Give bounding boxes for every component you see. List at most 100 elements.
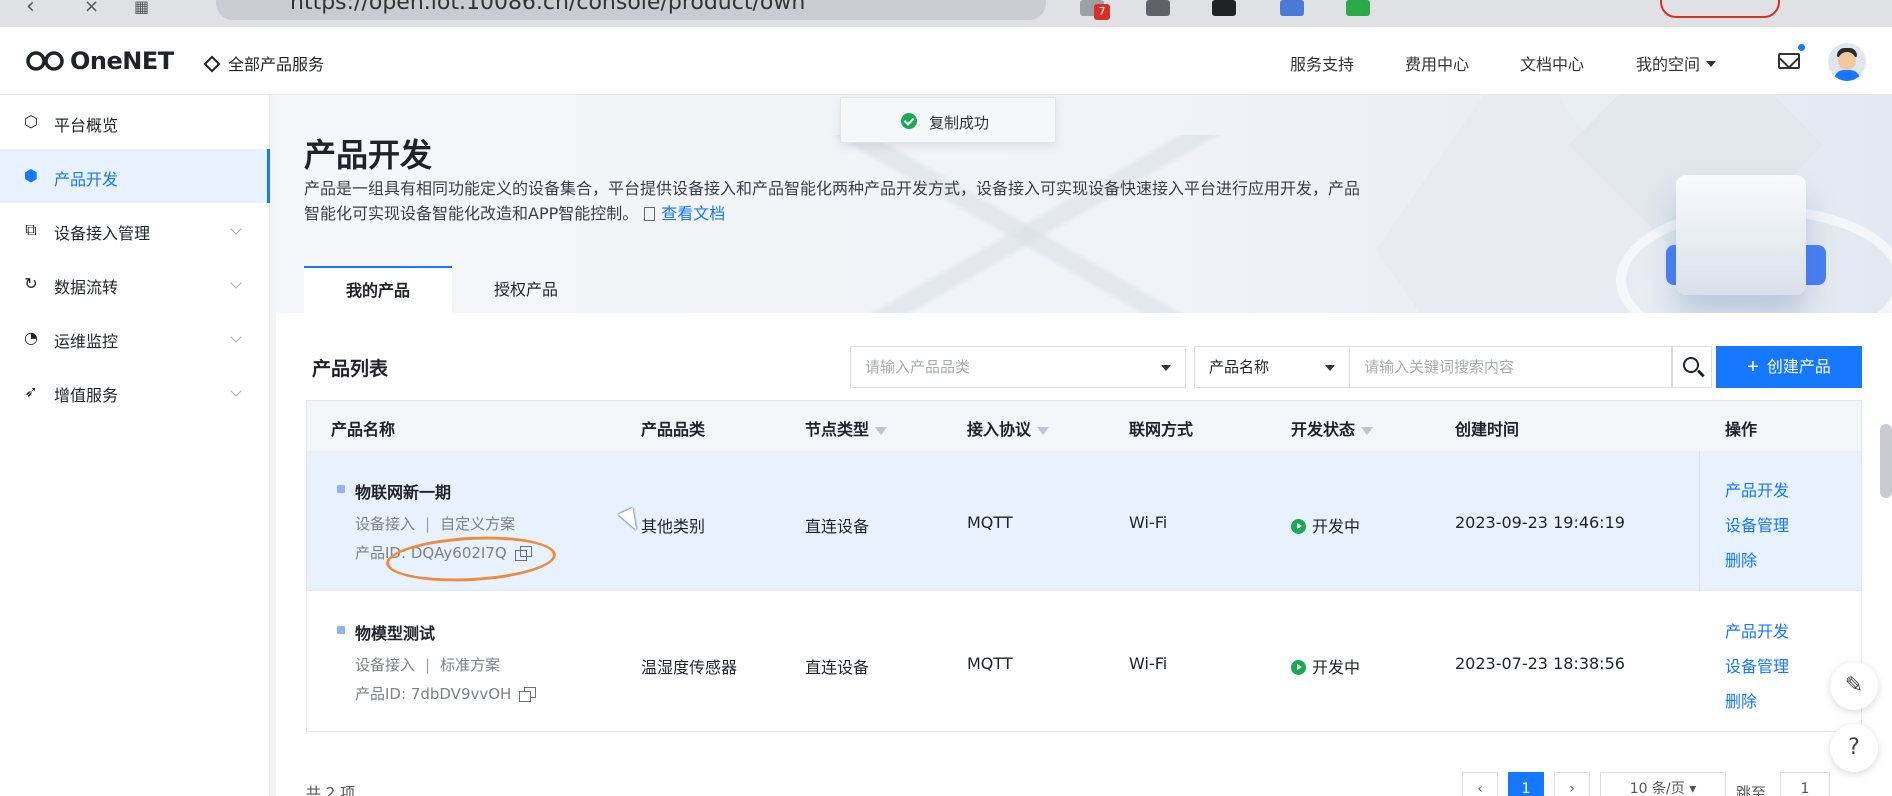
onenet-logo[interactable]: OneNET <box>26 47 174 75</box>
shield-icon[interactable] <box>1280 0 1304 16</box>
col-dev-status[interactable]: 开发状态 <box>1291 416 1374 440</box>
device-icon: ⧉ <box>25 220 37 239</box>
product-id: 产品ID: 7dbDV9vvOH <box>355 683 537 704</box>
sidebar-item-label: 设备接入管理 <box>54 224 151 243</box>
delete-link[interactable]: 删除 <box>1725 547 1757 571</box>
browser-toolbar: ‹ × ▦ https://open.iot.10086.cn/console/… <box>0 0 1892 27</box>
sidebar-item-overview[interactable]: ⬡ 平台概览 <box>0 95 270 149</box>
tab-authorized-products[interactable]: 授权产品 <box>452 266 600 314</box>
cell-status: 开发中 <box>1291 513 1360 537</box>
notification-dot <box>1798 44 1805 51</box>
keyword-search-input[interactable] <box>1350 346 1672 388</box>
extension-icon[interactable] <box>1212 0 1236 16</box>
product-name[interactable]: 物联网新一期 <box>355 479 451 503</box>
search-button[interactable] <box>1672 346 1712 388</box>
cell-category: 温湿度传感器 <box>641 658 738 677</box>
play-circle-icon <box>1291 519 1306 534</box>
sidebar-item-label: 产品开发 <box>54 170 119 189</box>
help-icon[interactable]: ? <box>1830 724 1878 772</box>
all-products-menu[interactable]: 全部产品服务 <box>203 51 325 75</box>
filter-icon[interactable] <box>1037 427 1050 435</box>
product-icon <box>337 626 345 634</box>
col-protocol[interactable]: 接入协议 <box>967 416 1050 440</box>
sidebar-item-ops-monitor[interactable]: ◔ 运维监控 <box>0 311 270 365</box>
page-number[interactable]: 1 <box>1508 772 1544 796</box>
filter-icon[interactable] <box>875 427 888 435</box>
product-name[interactable]: 物模型测试 <box>355 620 435 644</box>
mail-icon[interactable] <box>1778 53 1800 69</box>
product-meta: 设备接入 | 自定义方案 <box>355 515 516 533</box>
create-product-label: 创建产品 <box>1766 359 1831 376</box>
cell-node-type: 直连设备 <box>805 658 870 677</box>
col-node-type[interactable]: 节点类型 <box>805 416 888 440</box>
plus-icon: + <box>1747 356 1759 378</box>
status-text: 开发中 <box>1312 517 1361 536</box>
view-docs-link[interactable]: 查看文档 <box>661 204 725 223</box>
create-product-button[interactable]: + 创建产品 <box>1716 346 1862 388</box>
jump-page-input[interactable]: 1 <box>1780 772 1830 796</box>
sidebar-item-data-flow[interactable]: ↻ 数据流转 <box>0 257 270 311</box>
cube-icon: ⬢ <box>24 166 38 185</box>
filter-icon[interactable] <box>1361 427 1374 435</box>
col-created-time: 创建时间 <box>1455 420 1520 439</box>
toast-text: 复制成功 <box>929 114 990 132</box>
banner-illustration <box>1676 175 1806 295</box>
copy-success-toast: 复制成功 <box>840 97 1056 143</box>
chevron-down-icon <box>1706 61 1717 67</box>
page-size-value: 10 条/页 <box>1629 781 1685 796</box>
sidebar-item-value-added[interactable]: ➶ 增值服务 <box>0 365 270 419</box>
nav-docs-center[interactable]: 文档中心 <box>1520 51 1584 75</box>
cell-network: Wi-Fi <box>1129 513 1168 532</box>
chevron-down-icon <box>230 331 242 343</box>
col-actions: 操作 <box>1725 420 1758 439</box>
access-type: 设备接入 <box>355 515 416 533</box>
total-count: 共 2 项 <box>306 784 356 796</box>
sidebar-item-device-access[interactable]: ⧉ 设备接入管理 <box>0 203 270 257</box>
edit-feedback-icon[interactable]: ✎ <box>1830 662 1878 710</box>
nav-service-support[interactable]: 服务支持 <box>1290 51 1354 75</box>
table-header: 产品名称 产品品类 节点类型 接入协议 联网方式 开发状态 创建时间 操作 <box>307 401 1861 451</box>
product-dev-link[interactable]: 产品开发 <box>1725 477 1789 501</box>
url-text[interactable]: https://open.iot.10086.cn/console/produc… <box>290 0 805 15</box>
product-dev-link[interactable]: 产品开发 <box>1725 618 1789 642</box>
page-size-select[interactable]: 10 条/页 ▾ <box>1600 772 1726 796</box>
cell-category: 其他类别 <box>641 517 706 536</box>
product-list-title: 产品列表 <box>312 358 389 380</box>
tab-my-products[interactable]: 我的产品 <box>304 266 452 314</box>
table-row[interactable]: 物联网新一期 设备接入 | 自定义方案 产品ID: DQAy602I7Q 其他类别 … <box>307 451 1861 591</box>
nav-billing-center[interactable]: 费用中心 <box>1405 51 1469 75</box>
shield-green-icon[interactable] <box>1346 0 1370 16</box>
scheme-type: 标准方案 <box>440 656 501 674</box>
search-field-select[interactable]: 产品名称 <box>1194 346 1350 388</box>
cell-created-time: 2023-07-23 18:38:56 <box>1455 654 1625 673</box>
prev-page-button[interactable]: ‹ <box>1462 772 1498 796</box>
access-type: 设备接入 <box>355 656 416 674</box>
col-category: 产品品类 <box>641 420 706 439</box>
profile-button[interactable] <box>1660 0 1780 18</box>
category-select[interactable]: 请输入产品品类 <box>850 346 1186 388</box>
cell-network: Wi-Fi <box>1129 654 1168 673</box>
page-title: 产品开发 <box>304 136 433 174</box>
back-icon[interactable]: ‹ <box>26 0 35 18</box>
search-field-value: 产品名称 <box>1209 358 1270 376</box>
delete-link[interactable]: 删除 <box>1725 688 1757 712</box>
tabs-grid-icon[interactable]: ▦ <box>134 0 149 15</box>
device-manage-link[interactable]: 设备管理 <box>1725 653 1789 677</box>
chevron-down-icon <box>230 385 242 397</box>
nav-my-space[interactable]: 我的空间 <box>1636 51 1717 75</box>
scrollbar[interactable] <box>1880 424 1892 498</box>
sidebar-item-label: 运维监控 <box>54 332 119 351</box>
close-tab-icon[interactable]: × <box>84 0 99 16</box>
next-page-button[interactable]: › <box>1554 772 1590 796</box>
device-manage-link[interactable]: 设备管理 <box>1725 512 1789 536</box>
avatar[interactable] <box>1828 43 1866 81</box>
extension-icon[interactable] <box>1146 0 1170 16</box>
page-description: 产品是一组具有相同功能定义的设备集合，平台提供设备接入和产品智能化两种产品开发方… <box>304 176 1364 226</box>
all-products-label: 全部产品服务 <box>228 55 325 74</box>
sidebar-item-product-dev[interactable]: ⬢ 产品开发 <box>0 149 270 203</box>
rocket-icon: ➶ <box>24 382 38 401</box>
chevron-down-icon <box>230 223 242 235</box>
copy-icon[interactable] <box>519 687 537 702</box>
category-placeholder: 请输入产品品类 <box>865 358 971 376</box>
table-row[interactable]: 物模型测试 设备接入 | 标准方案 产品ID: 7dbDV9vvOH 温湿度传感器 … <box>307 592 1861 732</box>
